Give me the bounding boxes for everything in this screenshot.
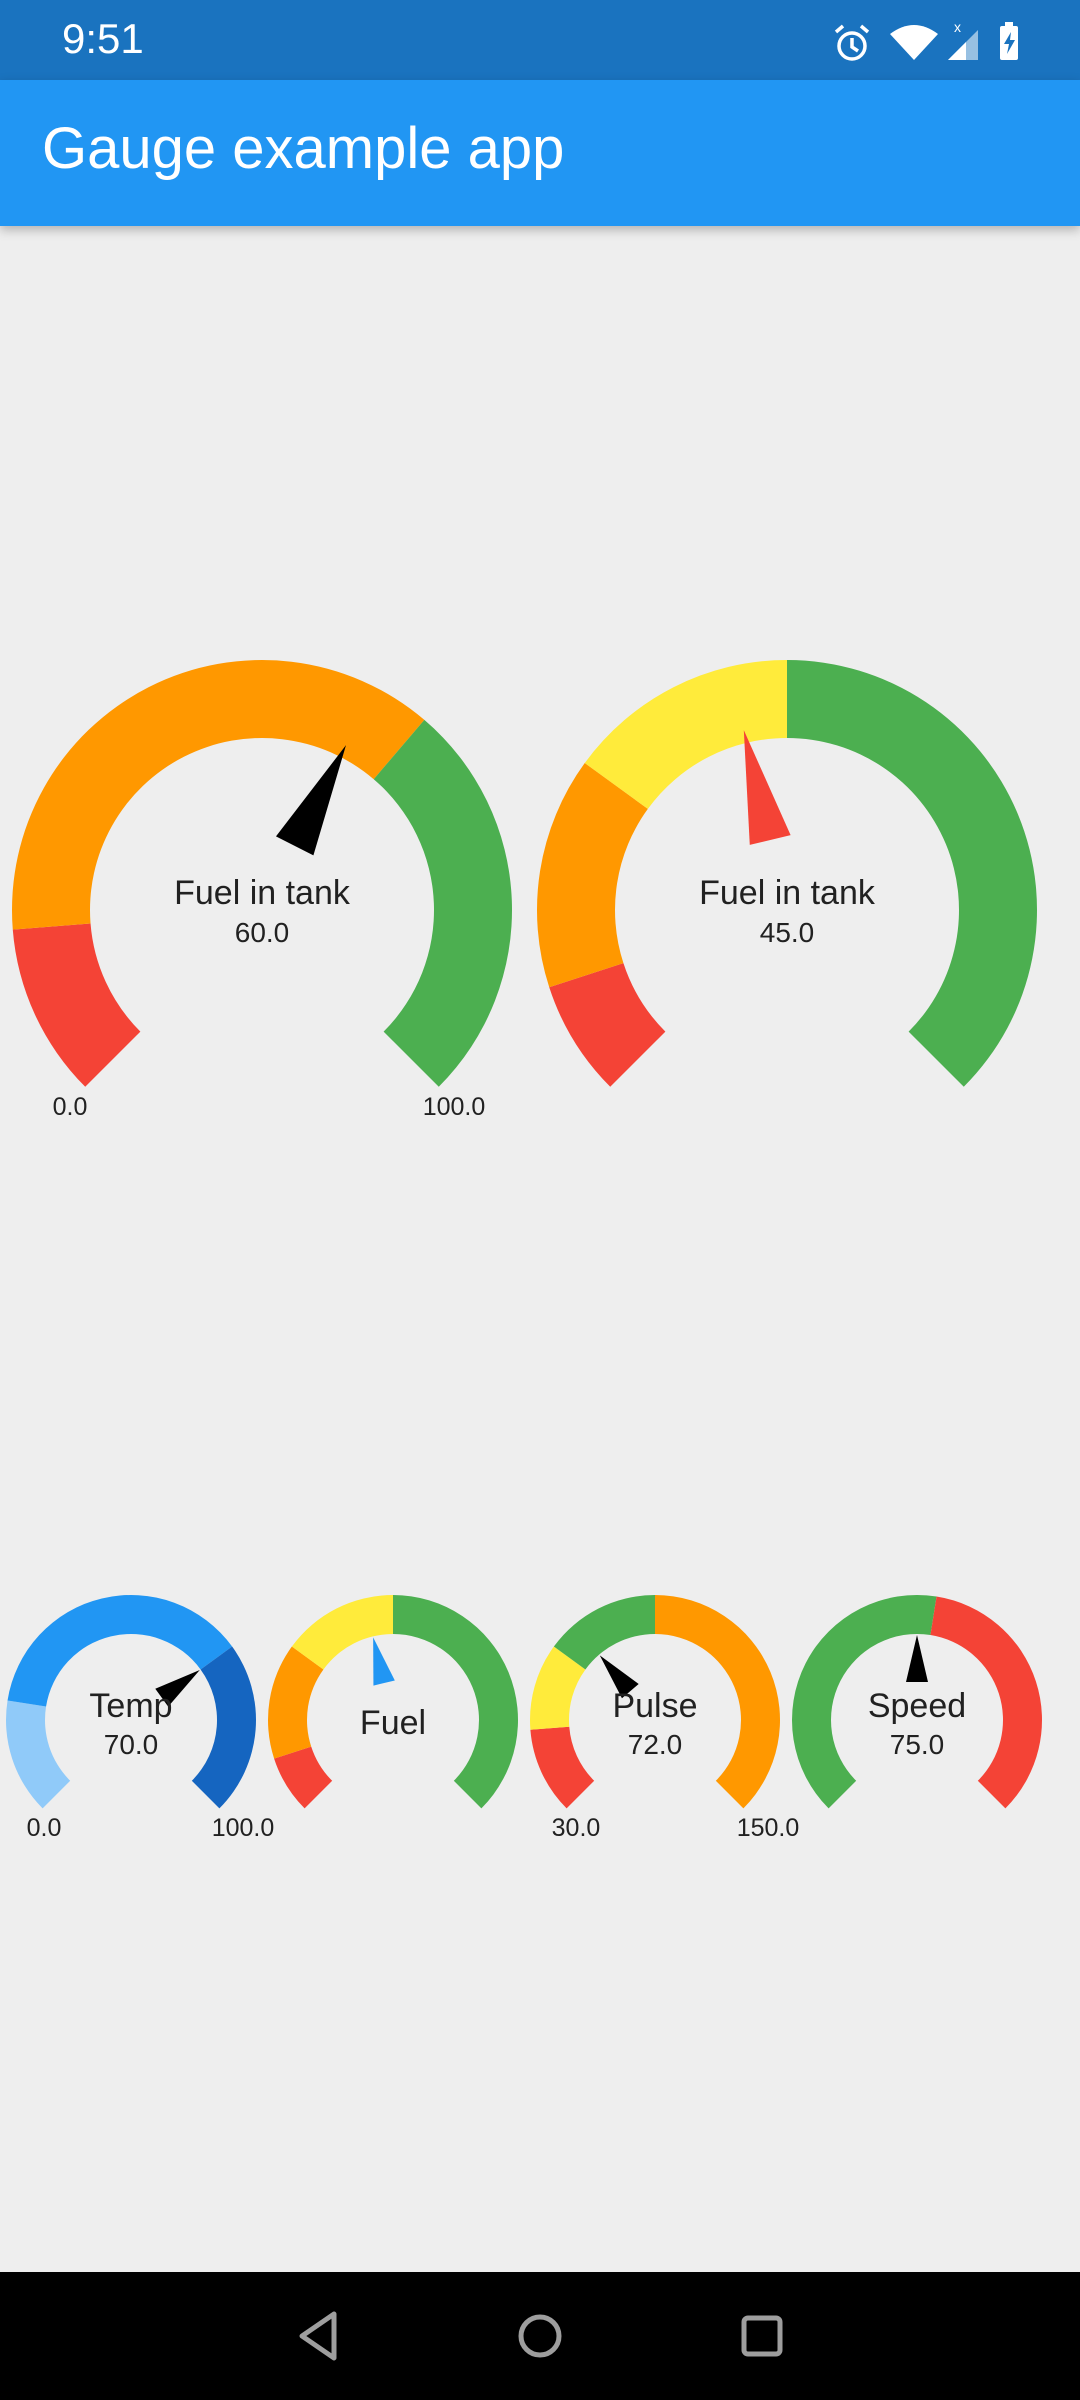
gauge-temp: Temp 70.0 0.0 100.0 bbox=[5, 1595, 274, 1842]
gauge-value: 70.0 bbox=[104, 1729, 159, 1760]
gauge-speed: Speed 75.0 bbox=[792, 1595, 1042, 1809]
gauge-fuel-in-tank-2: Fuel in tank 45.0 bbox=[537, 660, 1037, 1087]
gauge-value: 60.0 bbox=[235, 917, 290, 948]
gauge-min-label: 0.0 bbox=[27, 1814, 62, 1842]
wifi-icon bbox=[890, 25, 938, 60]
gauge-range-segment-1 bbox=[5, 1700, 71, 1809]
back-icon[interactable] bbox=[290, 2306, 350, 2366]
gauge-needle bbox=[275, 745, 346, 856]
status-time: 9:51 bbox=[62, 15, 144, 62]
alarm-icon bbox=[834, 24, 870, 61]
gauge-label: Fuel in tank bbox=[699, 874, 876, 912]
gauge-range-segment-3 bbox=[373, 719, 513, 1087]
gauge-value: 45.0 bbox=[760, 917, 815, 948]
gauge-label: Fuel bbox=[360, 1704, 426, 1742]
gauge-fuel-in-tank-1: Fuel in tank 60.0 0.0 100.0 bbox=[11, 659, 513, 1121]
gauge-needle bbox=[373, 1637, 395, 1686]
gauge-needle bbox=[906, 1635, 928, 1682]
gauge-fuel: Fuel bbox=[268, 1595, 518, 1809]
gauge-value: 72.0 bbox=[628, 1729, 683, 1760]
gauge-range-segment-4 bbox=[393, 1595, 518, 1809]
gauge-range-segment-1 bbox=[12, 923, 141, 1087]
home-icon[interactable] bbox=[510, 2306, 570, 2366]
gauge-min-label: 30.0 bbox=[552, 1814, 601, 1842]
gauge-label: Fuel in tank bbox=[174, 874, 351, 912]
app-title: Gauge example app bbox=[42, 116, 565, 181]
gauge-label: Speed bbox=[868, 1687, 966, 1725]
gauge-label: Temp bbox=[89, 1687, 172, 1725]
navigation-bar bbox=[0, 2272, 1080, 2400]
gauge-min-label: 0.0 bbox=[53, 1093, 88, 1121]
cell-signal-icon: x bbox=[948, 20, 978, 60]
recents-icon[interactable] bbox=[732, 2306, 792, 2366]
gauge-range-segment-1 bbox=[274, 1746, 333, 1809]
status-bar: 9:51 x bbox=[0, 0, 1080, 80]
app-bar: Gauge example app bbox=[0, 80, 1080, 226]
gauge-range-segment-1 bbox=[530, 1726, 595, 1809]
gauge-range-segment-1 bbox=[549, 963, 666, 1087]
svg-text:x: x bbox=[954, 20, 961, 35]
status-icons: x bbox=[834, 20, 1018, 61]
gauge-needle bbox=[743, 730, 791, 845]
gauge-label: Pulse bbox=[612, 1687, 697, 1725]
gauge-max-label: 100.0 bbox=[423, 1093, 486, 1121]
gauge-pulse: Pulse 72.0 30.0 150.0 bbox=[530, 1595, 799, 1842]
gauge-range-segment-3 bbox=[191, 1646, 256, 1809]
battery-charging-icon bbox=[1000, 22, 1018, 60]
gauge-value: 75.0 bbox=[890, 1729, 945, 1760]
